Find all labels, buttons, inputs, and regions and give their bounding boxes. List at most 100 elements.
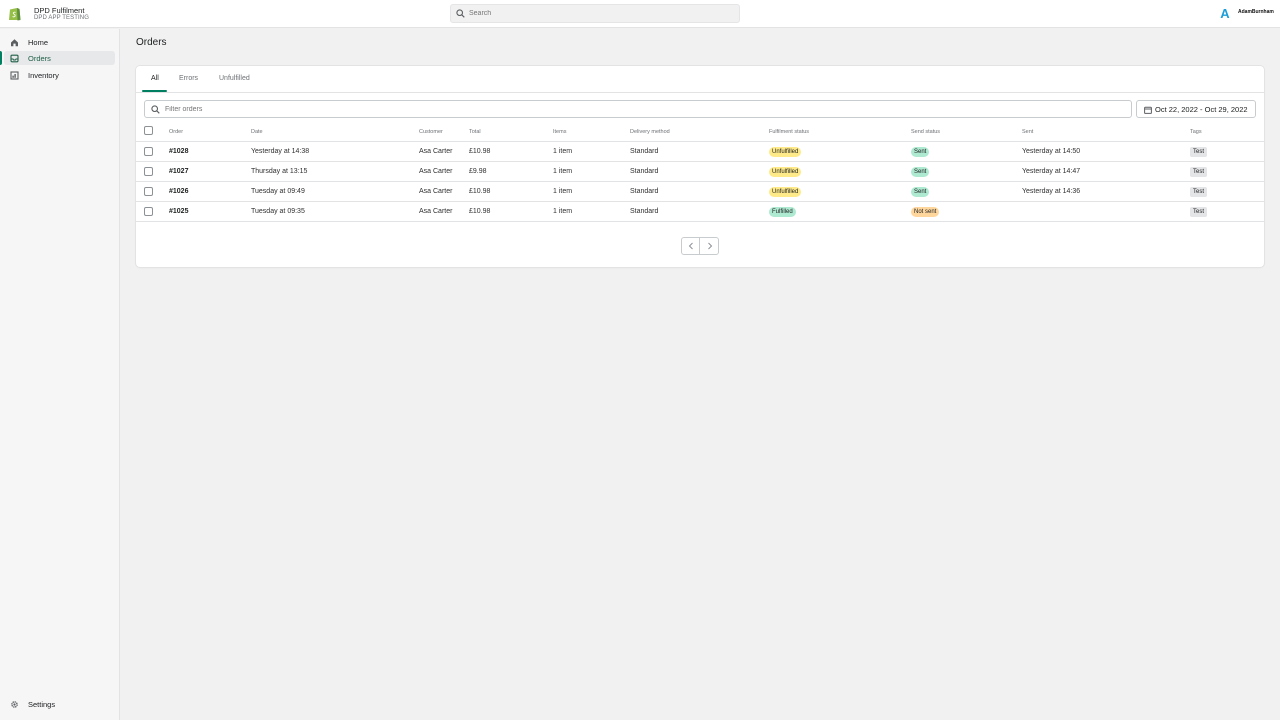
tag-badge: Test (1190, 207, 1208, 217)
tag-badge: Test (1190, 167, 1208, 177)
tab-underline (142, 90, 167, 92)
sent-time: Yesterday at 14:47 (1022, 168, 1081, 175)
order-date: Tuesday at 09:35 (251, 208, 305, 215)
table-row[interactable]: #1027 Thursday at 13:15 Asa Carter £9.98… (136, 162, 1264, 182)
sidebar-item-label: Inventory (28, 71, 59, 80)
active-indicator (0, 51, 2, 65)
order-date: Yesterday at 14:38 (251, 148, 310, 155)
store-subtitle: DPD APP TESTING (34, 15, 89, 21)
column-header-order: Order (169, 129, 184, 135)
calendar-icon (1144, 106, 1152, 114)
delivery-method: Standard (630, 168, 659, 175)
tab-all[interactable]: All (151, 75, 159, 82)
sent-time: Yesterday at 14:36 (1022, 188, 1081, 195)
username[interactable]: AdamBurnham (1238, 9, 1274, 15)
svg-text:A: A (1220, 6, 1230, 20)
order-number[interactable]: #1027 (169, 168, 188, 175)
search-icon (456, 9, 465, 18)
column-header-items: Items (553, 129, 567, 135)
tag-badge: Test (1190, 187, 1208, 197)
table-row[interactable]: #1028 Yesterday at 14:38 Asa Carter £10.… (136, 142, 1264, 162)
search-bar[interactable] (450, 4, 740, 23)
next-page-button[interactable] (701, 238, 719, 254)
tab-unfulfilled[interactable]: Unfulfilled (219, 75, 250, 82)
row-checkbox[interactable] (144, 187, 153, 196)
store-name: DPD Fulfilment (34, 6, 85, 15)
sent-time: Yesterday at 14:50 (1022, 148, 1081, 155)
order-items: 1 item (553, 148, 573, 155)
send-status-badge: Sent (911, 147, 930, 157)
order-items: 1 item (553, 188, 573, 195)
order-date: Thursday at 13:15 (251, 168, 308, 175)
row-checkbox[interactable] (144, 147, 153, 156)
order-date: Tuesday at 09:49 (251, 188, 305, 195)
date-range-button[interactable]: Oct 22, 2022 - Oct 29, 2022 (1136, 100, 1256, 118)
send-status-badge: Sent (911, 187, 930, 197)
order-items: 1 item (553, 208, 573, 215)
home-icon (11, 39, 18, 47)
row-checkbox[interactable] (144, 167, 153, 176)
column-header-send-status: Send status (911, 129, 941, 135)
search-icon (151, 105, 160, 114)
column-header-delivery-method: Delivery method (630, 129, 670, 135)
fulfilment-status-badge: Fulfilled (769, 207, 796, 217)
customer-name: Asa Carter (419, 168, 453, 175)
pagination (681, 237, 719, 255)
orders-card: All Errors Unfulfilled Oct 22, 2022 - Oc… (136, 66, 1264, 267)
chevron-right-icon (708, 242, 713, 250)
sidebar-item-home[interactable]: Home (4, 35, 115, 49)
top-bar: DPD Fulfilment DPD APP TESTING A AdamBur… (0, 0, 1280, 28)
sidebar-item-settings[interactable]: Settings (4, 697, 115, 711)
customer-name: Asa Carter (419, 188, 453, 195)
sidebar-item-inventory[interactable]: Inventory (4, 68, 115, 82)
search-input[interactable] (469, 7, 729, 20)
previous-page-button[interactable] (682, 238, 700, 254)
order-number[interactable]: #1028 (169, 148, 188, 155)
column-header-fulfilment-status: Fulfilment status (769, 129, 810, 135)
sidebar-item-orders[interactable]: Orders (4, 51, 115, 65)
inventory-icon (10, 71, 19, 80)
orders-icon (10, 54, 19, 63)
page-title: Orders (136, 37, 167, 48)
order-total: £10.98 (469, 148, 491, 155)
order-number[interactable]: #1025 (169, 208, 188, 215)
sidebar-item-label: Settings (28, 700, 56, 709)
sidebar: Home Orders Inventory Settings (0, 29, 120, 720)
column-header-total: Total (469, 129, 481, 135)
select-all-checkbox[interactable] (144, 126, 153, 135)
column-header-sent: Sent (1022, 129, 1034, 135)
date-range-label: Oct 22, 2022 - Oct 29, 2022 (1155, 105, 1248, 114)
table-row[interactable]: #1025 Tuesday at 09:35 Asa Carter £10.98… (136, 202, 1264, 222)
fulfilment-status-badge: Unfulfilled (769, 187, 802, 197)
table-row[interactable]: #1026 Tuesday at 09:49 Asa Carter £10.98… (136, 182, 1264, 202)
filter-field[interactable] (144, 100, 1132, 118)
sidebar-item-label: Orders (28, 54, 51, 63)
gear-icon (11, 701, 18, 708)
tab-bar: All Errors Unfulfilled (136, 66, 1264, 93)
send-status-badge: Not sent (911, 207, 940, 217)
avatar[interactable]: A (1218, 6, 1232, 20)
order-number[interactable]: #1026 (169, 188, 188, 195)
order-total: £9.98 (469, 168, 487, 175)
sidebar-item-label: Home (28, 38, 49, 47)
filter-orders-input[interactable] (165, 103, 1065, 115)
order-items: 1 item (553, 168, 573, 175)
fulfilment-status-badge: Unfulfilled (769, 147, 802, 157)
send-status-badge: Sent (911, 167, 930, 177)
chevron-left-icon (688, 242, 693, 250)
row-checkbox[interactable] (144, 207, 153, 216)
delivery-method: Standard (630, 148, 659, 155)
customer-name: Asa Carter (419, 208, 453, 215)
delivery-method: Standard (630, 208, 659, 215)
shopify-logo-icon (9, 8, 21, 21)
column-header-tags: Tags (1190, 129, 1202, 135)
fulfilment-status-badge: Unfulfilled (769, 167, 802, 177)
order-total: £10.98 (469, 208, 491, 215)
table-header: Order Date Customer Total Items Delivery… (136, 124, 1264, 142)
column-header-date: Date (251, 129, 263, 135)
column-header-customer: Customer (419, 129, 443, 135)
tag-badge: Test (1190, 147, 1208, 157)
tab-errors[interactable]: Errors (179, 75, 198, 82)
customer-name: Asa Carter (419, 148, 453, 155)
delivery-method: Standard (630, 188, 659, 195)
